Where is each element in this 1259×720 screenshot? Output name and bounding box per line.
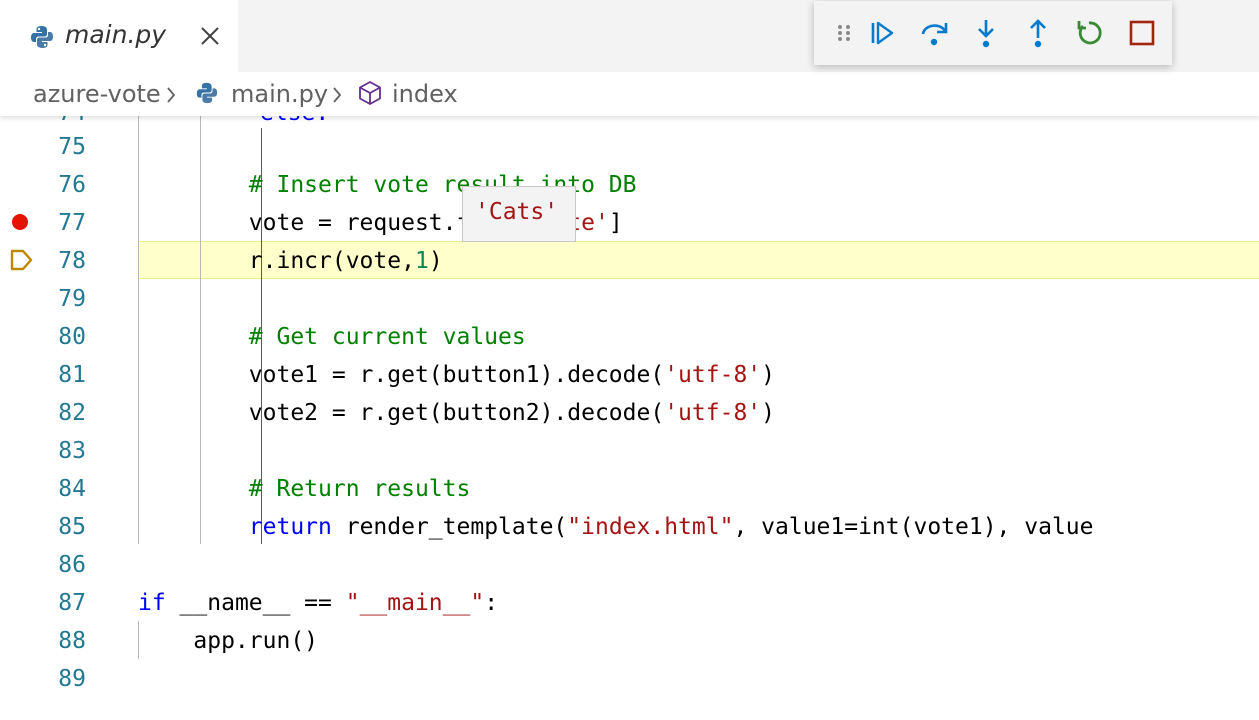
line-number: 85 xyxy=(58,514,86,540)
line-number: 79 xyxy=(58,286,86,312)
code-line: # Return results xyxy=(138,470,471,508)
line-number: 75 xyxy=(58,134,86,160)
breadcrumb-item-symbol[interactable]: index xyxy=(392,80,458,108)
code-editor[interactable]: 74 else: 7576 # Insert vote result into … xyxy=(0,116,1259,720)
code-token: "index.html" xyxy=(567,514,734,540)
drag-handle-icon[interactable] xyxy=(832,17,856,49)
code-token: "__main__" xyxy=(345,590,485,616)
code-line: vote2 = r.get(button2).decode('utf-8') xyxy=(138,394,775,432)
line-number: 81 xyxy=(58,362,86,388)
step-over-icon[interactable] xyxy=(918,17,950,49)
step-into-icon[interactable] xyxy=(970,17,1002,49)
tab-label: main.py xyxy=(65,20,167,49)
code-token: , value1=int(vote1), value xyxy=(733,514,1094,540)
code-token: ) xyxy=(428,248,443,274)
line-number: 89 xyxy=(58,666,86,692)
code-token: ) xyxy=(761,362,775,388)
code-line: app.run() xyxy=(138,622,318,660)
breadcrumb-item-file[interactable]: main.py xyxy=(231,80,328,108)
code-line: else: xyxy=(260,116,329,132)
breadcrumb xyxy=(0,72,1259,116)
python-icon xyxy=(196,82,218,104)
code-token: 'utf-8' xyxy=(664,362,762,388)
code-token: if xyxy=(138,590,166,616)
debug-current-line-arrow-icon xyxy=(10,249,33,271)
python-icon xyxy=(31,26,53,48)
line-number: 76 xyxy=(58,172,86,198)
chevron-right-icon xyxy=(333,87,342,103)
code-token: # Return results xyxy=(138,476,471,502)
code-line: if __name__ == "__main__": xyxy=(138,584,498,622)
cube-icon xyxy=(359,81,381,105)
code-line: # Get current values xyxy=(138,318,526,356)
debug-toolbar xyxy=(814,1,1172,65)
variable-hover-tooltip: 'Cats' xyxy=(462,186,576,242)
line-number: 82 xyxy=(58,400,86,426)
code-token: ] xyxy=(608,210,623,236)
code-line: return render_template("index.html", val… xyxy=(138,508,1094,546)
code-line: vote1 = r.get(button1).decode('utf-8') xyxy=(138,356,775,394)
line-number: 80 xyxy=(58,324,86,350)
code-token: else: xyxy=(260,116,329,126)
line-number: 87 xyxy=(58,590,86,616)
step-out-icon[interactable] xyxy=(1022,17,1054,49)
code-token: vote1 = r.get(button1).decode( xyxy=(138,362,665,388)
restart-icon[interactable] xyxy=(1074,17,1106,49)
tab-main-py[interactable]: main.py xyxy=(0,0,238,72)
stop-icon[interactable] xyxy=(1126,17,1158,49)
line-number: 86 xyxy=(58,552,86,578)
code-token: 'utf-8' xyxy=(664,400,762,426)
code-token: return xyxy=(248,514,332,540)
continue-icon[interactable] xyxy=(866,17,898,49)
code-token: : xyxy=(484,590,499,616)
line-number: 83 xyxy=(58,438,86,464)
breakpoint-icon[interactable] xyxy=(12,214,28,230)
chevron-right-icon xyxy=(167,87,176,103)
code-line: r.incr(vote,1) xyxy=(138,242,443,280)
code-token: 1 xyxy=(414,248,429,274)
code-token: app.run() xyxy=(138,628,319,654)
line-number: 84 xyxy=(58,476,86,502)
breadcrumb-item-folder[interactable]: azure-vote xyxy=(33,80,161,108)
code-token: render_template( xyxy=(331,514,568,540)
code-token: r.incr(vote, xyxy=(138,248,415,274)
close-icon[interactable] xyxy=(196,22,224,50)
hover-value: 'Cats' xyxy=(475,199,559,225)
line-number: 88 xyxy=(58,628,86,654)
code-token: __name__ == xyxy=(165,590,346,616)
code-token: vote2 = r.get(button2).decode( xyxy=(138,400,665,426)
code-token: # Get current values xyxy=(138,324,526,350)
code-token: ) xyxy=(761,400,775,426)
